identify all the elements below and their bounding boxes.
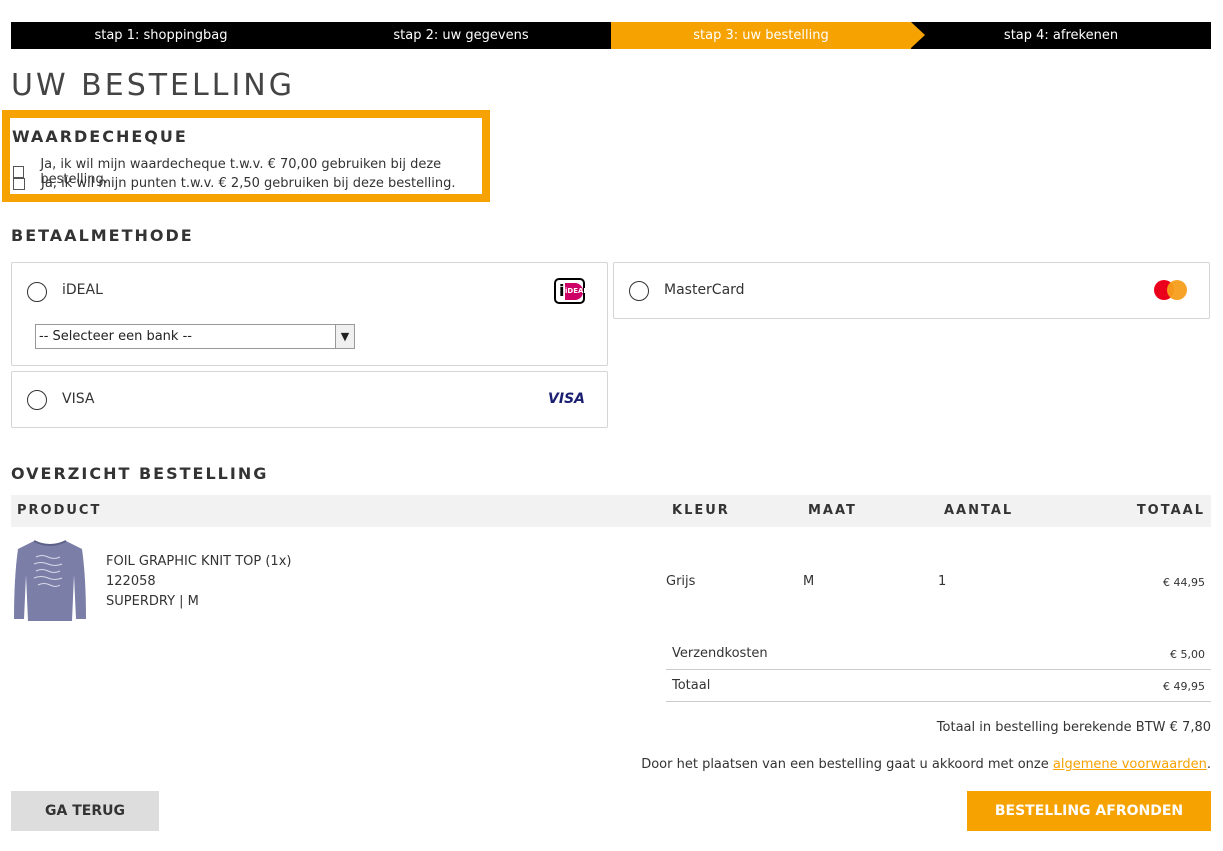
ideal-logo-icon: i iDEAL: [554, 278, 588, 304]
voucher-points-checkbox[interactable]: [13, 177, 25, 190]
visa-logo-icon: VISA: [548, 391, 585, 407]
voucher-option-points[interactable]: Ja, ik wil mijn punten t.w.v. € 2,50 geb…: [13, 176, 456, 191]
total-row: Totaal € 49,95: [666, 670, 1211, 702]
header-quantity: AANTAL: [944, 503, 1014, 518]
product-name[interactable]: FOIL GRAPHIC KNIT TOP (1x): [106, 554, 291, 569]
header-size: MAAT: [808, 503, 857, 518]
payment-title: BETAALMETHODE: [11, 226, 194, 245]
terms-link[interactable]: algemene voorwaarden: [1053, 757, 1207, 772]
product-total: € 44,95: [1163, 576, 1205, 589]
voucher-title: WAARDECHEQUE: [12, 127, 188, 146]
product-image[interactable]: [12, 537, 88, 623]
table-header: PRODUCT KLEUR MAAT AANTAL TOTAAL: [11, 495, 1211, 527]
voucher-points-label: Ja, ik wil mijn punten t.w.v. € 2,50 geb…: [41, 176, 456, 191]
product-sku: 122058: [106, 574, 156, 589]
bank-select[interactable]: -- Selecteer een bank -- ▼: [35, 324, 355, 349]
shipping-row: Verzendkosten € 5,00: [666, 638, 1211, 670]
shipping-label: Verzendkosten: [672, 646, 768, 661]
shipping-value: € 5,00: [1170, 648, 1205, 661]
mastercard-logo-icon: [1154, 280, 1187, 300]
header-total: TOTAAL: [1136, 503, 1205, 518]
total-label: Totaal: [672, 678, 711, 693]
overview-title: OVERZICHT BESTELLING: [11, 464, 269, 483]
back-button[interactable]: GA TERUG: [11, 791, 159, 831]
ideal-label: iDEAL: [62, 282, 103, 298]
finish-order-button[interactable]: BESTELLING AFRONDEN: [967, 791, 1211, 831]
header-product: PRODUCT: [17, 503, 102, 518]
mastercard-label: MasterCard: [664, 282, 745, 298]
page-title: UW BESTELLING: [11, 68, 295, 103]
product-color: Grijs: [666, 574, 696, 589]
payment-mastercard[interactable]: MasterCard: [613, 262, 1210, 319]
header-color: KLEUR: [672, 503, 730, 518]
step-4: stap 4: afrekenen: [1003, 28, 1119, 43]
total-value: € 49,95: [1163, 680, 1205, 693]
product-brand-size: SUPERDRY | M: [106, 594, 199, 609]
step-3: stap 3: uw bestelling: [611, 22, 925, 49]
payment-visa[interactable]: VISA VISA: [11, 371, 608, 428]
btw-text: Totaal in bestelling berekende BTW € 7,8…: [936, 720, 1211, 735]
step-1[interactable]: stap 1: shoppingbag: [11, 22, 311, 49]
terms-text: Door het plaatsen van een bestelling gaa…: [641, 757, 1211, 772]
product-quantity: 1: [938, 574, 947, 589]
mastercard-radio[interactable]: [629, 281, 649, 301]
step-2[interactable]: stap 2: uw gegevens: [311, 22, 611, 49]
chevron-down-icon[interactable]: ▼: [335, 325, 354, 348]
visa-radio[interactable]: [27, 390, 47, 410]
ideal-radio[interactable]: [27, 282, 47, 302]
payment-ideal[interactable]: iDEAL i iDEAL -- Selecteer een bank -- ▼: [11, 262, 608, 366]
voucher-section: WAARDECHEQUE Ja, ik wil mijn waardechequ…: [2, 110, 490, 202]
visa-label: VISA: [62, 391, 95, 407]
checkout-steps: stap 1: shoppingbag stap 2: uw gegevens …: [11, 22, 1211, 49]
product-size: M: [803, 574, 815, 589]
